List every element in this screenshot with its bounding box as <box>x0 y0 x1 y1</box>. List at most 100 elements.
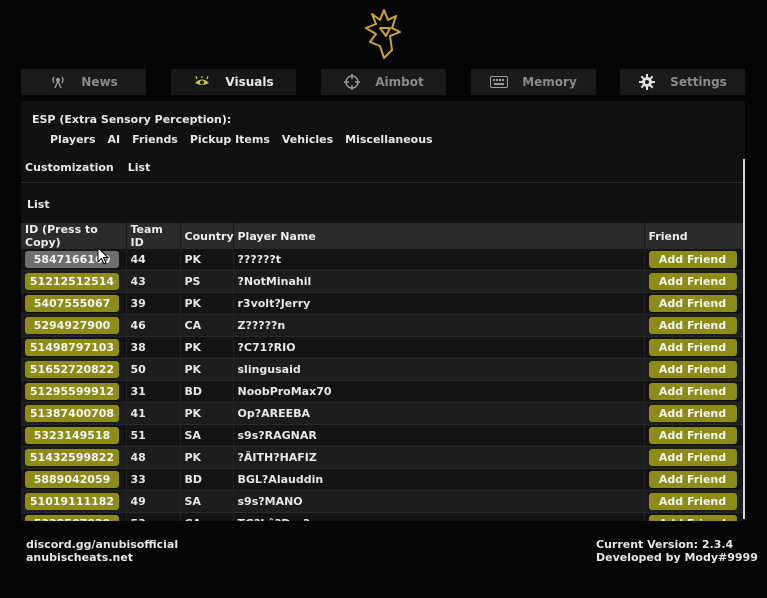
column-header-id: ID (Press to Copy) <box>21 223 127 249</box>
discord-link[interactable]: discord.gg/anubisofficial <box>26 538 178 551</box>
esp-subtabs: Players AI Friends Pickup Items Vehicles… <box>50 133 445 146</box>
id-cell: 5323149518 <box>21 424 127 447</box>
add-friend-button[interactable]: Add Friend <box>648 339 737 356</box>
add-friend-button[interactable]: Add Friend <box>648 493 737 510</box>
id-cell: 51295599912 <box>21 380 127 403</box>
gear-icon <box>638 74 656 90</box>
team-id-cell: 48 <box>126 446 181 469</box>
mouse-cursor-icon <box>97 247 109 265</box>
id-cell: 5889042059 <box>21 468 127 491</box>
table-row: 51498797103 38 PK ?C71?RIO Add Friend <box>21 336 743 359</box>
copy-id-button[interactable]: 51295599912 <box>25 383 119 400</box>
country-cell: PK <box>180 336 234 359</box>
list-heading: List <box>27 198 50 211</box>
table-row: 51019111182 49 SA s9s?MANO Add Friend <box>21 490 743 513</box>
antenna-icon <box>49 75 67 89</box>
player-name-cell: Z?????n <box>233 314 645 337</box>
team-id-cell: 31 <box>126 380 181 403</box>
add-friend-button[interactable]: Add Friend <box>648 449 737 466</box>
add-friend-button[interactable]: Add Friend <box>648 295 737 312</box>
subtab-pickup-items[interactable]: Pickup Items <box>190 133 270 146</box>
keyboard-icon <box>490 75 509 89</box>
table-row: 5323149518 51 SA s9s?RAGNAR Add Friend <box>21 424 743 447</box>
friend-cell: Add Friend <box>644 468 743 491</box>
tab-memory[interactable]: Memory <box>471 69 596 95</box>
table-row: 51295599912 31 BD NoobProMax70 Add Friend <box>21 380 743 403</box>
tab-aimbot[interactable]: Aimbot <box>321 69 446 95</box>
copy-id-button[interactable]: 5294927900 <box>25 317 119 334</box>
crosshair-icon <box>343 74 361 90</box>
add-friend-button[interactable]: Add Friend <box>648 251 737 268</box>
friend-cell: Add Friend <box>644 512 743 521</box>
add-friend-button[interactable]: Add Friend <box>648 361 737 378</box>
add-friend-button[interactable]: Add Friend <box>648 405 737 422</box>
subtab-friends[interactable]: Friends <box>132 133 178 146</box>
player-name-cell: s9s?MANO <box>233 490 645 513</box>
country-cell: PS <box>180 270 234 293</box>
copy-id-button[interactable]: 51498797103 <box>25 339 119 356</box>
table-row: 51432599822 48 PK ?ÄITH?HAFIZ Add Friend <box>21 446 743 469</box>
table-row: 51212512514 43 PS ?NotMinahil Add Friend <box>21 270 743 293</box>
country-cell: SA <box>180 490 234 513</box>
player-name-cell: ?NotMinahil <box>233 270 645 293</box>
friend-cell: Add Friend <box>644 380 743 403</box>
tab-label: Memory <box>522 75 577 89</box>
copy-id-button[interactable]: 51212512514 <box>25 273 119 290</box>
copy-id-button[interactable]: 51432599822 <box>25 449 119 466</box>
player-name-cell: ?ÄITH?HAFIZ <box>233 446 645 469</box>
team-id-cell: 44 <box>126 249 181 271</box>
table-row: 51387400708 41 PK Op?AREEBA Add Friend <box>21 402 743 425</box>
friend-cell: Add Friend <box>644 314 743 337</box>
table-row: 51652720822 50 PK slingusaid Add Friend <box>21 358 743 381</box>
tab-news[interactable]: News <box>21 69 146 95</box>
team-id-cell: 51 <box>126 424 181 447</box>
column-header-player-name: Player Name <box>233 223 645 249</box>
country-cell: SA <box>180 424 234 447</box>
copy-id-button[interactable]: 51387400708 <box>25 405 119 422</box>
copy-id-button[interactable]: 51019111182 <box>25 493 119 510</box>
add-friend-button[interactable]: Add Friend <box>648 471 737 488</box>
column-header-friend: Friend <box>644 223 743 249</box>
player-name-cell: r3volt?Jerry <box>233 292 645 315</box>
tab-customization[interactable]: Customization <box>25 161 114 174</box>
id-cell: 5847166160 <box>21 249 127 271</box>
tab-visuals[interactable]: Visuals <box>171 69 296 95</box>
copy-id-button[interactable]: 5407555067 <box>25 295 119 312</box>
country-cell: PK <box>180 249 234 271</box>
anubis-logo-icon <box>365 9 401 59</box>
player-table-container[interactable]: ID (Press to Copy) Team ID Country Playe… <box>21 223 743 521</box>
subtab-ai[interactable]: AI <box>108 133 121 146</box>
inner-tabs: Customization List <box>25 161 164 174</box>
country-cell: CA <box>180 512 234 521</box>
eye-icon <box>193 75 211 89</box>
visuals-panel: ESP (Extra Sensory Perception): Players … <box>21 101 745 521</box>
tab-list[interactable]: List <box>128 161 151 174</box>
copy-id-button[interactable]: 51652720822 <box>25 361 119 378</box>
scrollbar[interactable] <box>743 159 745 519</box>
subtab-miscellaneous[interactable]: Miscellaneous <box>345 133 432 146</box>
tab-settings[interactable]: Settings <box>620 69 745 95</box>
tab-label: Settings <box>670 75 727 89</box>
table-row: 5294927900 46 CA Z?????n Add Friend <box>21 314 743 337</box>
add-friend-button[interactable]: Add Friend <box>648 273 737 290</box>
id-cell: 5294927900 <box>21 314 127 337</box>
copy-id-button[interactable]: 5889042059 <box>25 471 119 488</box>
add-friend-button[interactable]: Add Friend <box>648 515 737 521</box>
country-cell: PK <box>180 402 234 425</box>
subtab-vehicles[interactable]: Vehicles <box>282 133 333 146</box>
team-id-cell: 46 <box>126 314 181 337</box>
team-id-cell: 41 <box>126 402 181 425</box>
column-header-team-id: Team ID <box>126 223 181 249</box>
country-cell: PK <box>180 292 234 315</box>
copy-id-button[interactable]: 5323149518 <box>25 427 119 444</box>
team-id-cell: 50 <box>126 358 181 381</box>
copy-id-button[interactable]: 5338507039 <box>25 515 119 521</box>
friend-cell: Add Friend <box>644 292 743 315</box>
add-friend-button[interactable]: Add Friend <box>648 383 737 400</box>
subtab-players[interactable]: Players <box>50 133 96 146</box>
add-friend-button[interactable]: Add Friend <box>648 317 737 334</box>
country-cell: BD <box>180 380 234 403</box>
website-link[interactable]: anubischeats.net <box>26 551 178 564</box>
add-friend-button[interactable]: Add Friend <box>648 427 737 444</box>
team-id-cell: 39 <box>126 292 181 315</box>
